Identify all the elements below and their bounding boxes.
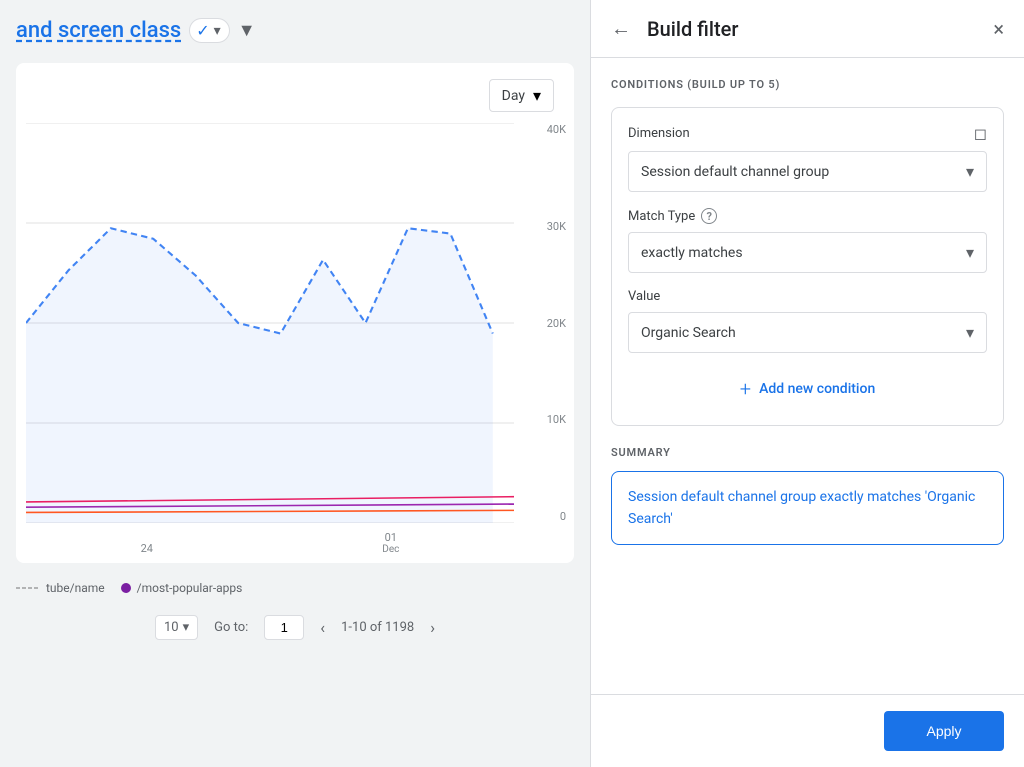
- panel-title: Build filter: [647, 17, 977, 41]
- y-label-10k: 10K: [547, 413, 566, 426]
- value-label: Value: [628, 289, 987, 304]
- value-field-row: Value Organic Search ▾: [628, 289, 987, 353]
- match-type-label: Match Type ?: [628, 208, 987, 224]
- day-label: Day: [502, 88, 525, 104]
- screen-class-label: and screen class: [16, 18, 181, 43]
- page-size-value: 10: [164, 620, 179, 635]
- panel-footer: Apply: [591, 694, 1024, 767]
- pagination-bar: 10 ▾ Go to: ‹ 1-10 of 1198 ›: [0, 603, 590, 652]
- page-size-selector[interactable]: 10 ▾: [155, 615, 198, 640]
- value-select[interactable]: Organic Search ▾: [628, 312, 987, 353]
- x-label-01: 01Dec: [382, 531, 399, 555]
- y-label-30k: 30K: [547, 220, 566, 233]
- chevron-down-icon: ▾: [214, 23, 221, 39]
- right-panel: ← Build filter × CONDITIONS (BUILD UP TO…: [590, 0, 1024, 767]
- summary-card: Session default channel group exactly ma…: [611, 471, 1004, 545]
- goto-label: Go to:: [214, 620, 248, 635]
- apply-button[interactable]: Apply: [884, 711, 1004, 751]
- value-field-value: Organic Search: [641, 325, 736, 341]
- summary-label: SUMMARY: [611, 446, 1004, 459]
- summary-section: SUMMARY Session default channel group ex…: [611, 446, 1004, 545]
- value-chevron-icon: ▾: [966, 323, 974, 342]
- summary-text: Session default channel group exactly ma…: [628, 489, 975, 527]
- conditions-label: CONDITIONS (BUILD UP TO 5): [611, 78, 1004, 91]
- y-label-0: 0: [560, 510, 566, 523]
- legend: tube/name /most-popular-apps: [0, 573, 590, 603]
- page-size-chevron-icon: ▾: [183, 620, 190, 635]
- page-range: 1-10 of 1198: [341, 620, 414, 635]
- y-label-40k: 40K: [547, 123, 566, 136]
- legend-dot-apps: [121, 583, 131, 593]
- panel-body: CONDITIONS (BUILD UP TO 5) Dimension ◻ S…: [591, 58, 1024, 694]
- dimension-select[interactable]: Session default channel group ▾: [628, 151, 987, 192]
- conditions-card: Dimension ◻ Session default channel grou…: [611, 107, 1004, 426]
- legend-label-tube: tube/name: [46, 581, 105, 595]
- legend-item-tube: tube/name: [16, 581, 105, 595]
- day-selector[interactable]: Day ▾: [489, 79, 554, 112]
- panel-header: ← Build filter ×: [591, 0, 1024, 58]
- y-axis-labels: 40K 30K 20K 10K 0: [547, 123, 566, 523]
- add-plus-icon: +: [740, 377, 751, 401]
- chart-container: Day ▾ 40K 30K 20K 10K 0: [16, 63, 574, 563]
- legend-label-apps: /most-popular-apps: [137, 581, 243, 595]
- legend-line-icon: [16, 583, 40, 593]
- top-bar: and screen class ✓ ▾ ▼: [0, 0, 590, 53]
- chart-svg: [26, 123, 514, 523]
- prev-page-button[interactable]: ‹: [320, 618, 325, 637]
- add-condition-label: Add new condition: [759, 381, 875, 397]
- check-icon: ✓: [196, 21, 209, 40]
- dimension-field-row: Dimension ◻ Session default channel grou…: [628, 124, 987, 192]
- x-axis-labels: 24 01Dec: [26, 531, 514, 555]
- match-type-chevron-icon: ▾: [966, 243, 974, 262]
- dimension-value: Session default channel group: [641, 164, 829, 180]
- dimension-chevron-icon: ▾: [966, 162, 974, 181]
- left-panel: and screen class ✓ ▾ ▼ Day ▾ 40K 30K 20K…: [0, 0, 590, 767]
- match-type-select[interactable]: exactly matches ▾: [628, 232, 987, 273]
- chart-area: [26, 123, 514, 523]
- help-icon[interactable]: ?: [701, 208, 717, 224]
- match-type-field-row: Match Type ? exactly matches ▾: [628, 208, 987, 273]
- add-condition-button[interactable]: + Add new condition: [628, 369, 987, 409]
- legend-item-apps: /most-popular-apps: [121, 581, 243, 595]
- close-button[interactable]: ×: [993, 17, 1004, 41]
- goto-input[interactable]: [264, 615, 304, 640]
- match-type-value: exactly matches: [641, 245, 743, 261]
- filter-icon[interactable]: ▼: [238, 20, 256, 41]
- y-label-20k: 20K: [547, 317, 566, 330]
- dimension-label: Dimension ◻: [628, 124, 987, 143]
- check-badge[interactable]: ✓ ▾: [189, 18, 229, 43]
- x-label-24: 24: [141, 542, 153, 555]
- day-chevron-icon: ▾: [533, 86, 541, 105]
- back-button[interactable]: ←: [611, 16, 631, 41]
- copy-icon[interactable]: ◻: [974, 124, 987, 143]
- next-page-button[interactable]: ›: [430, 618, 435, 637]
